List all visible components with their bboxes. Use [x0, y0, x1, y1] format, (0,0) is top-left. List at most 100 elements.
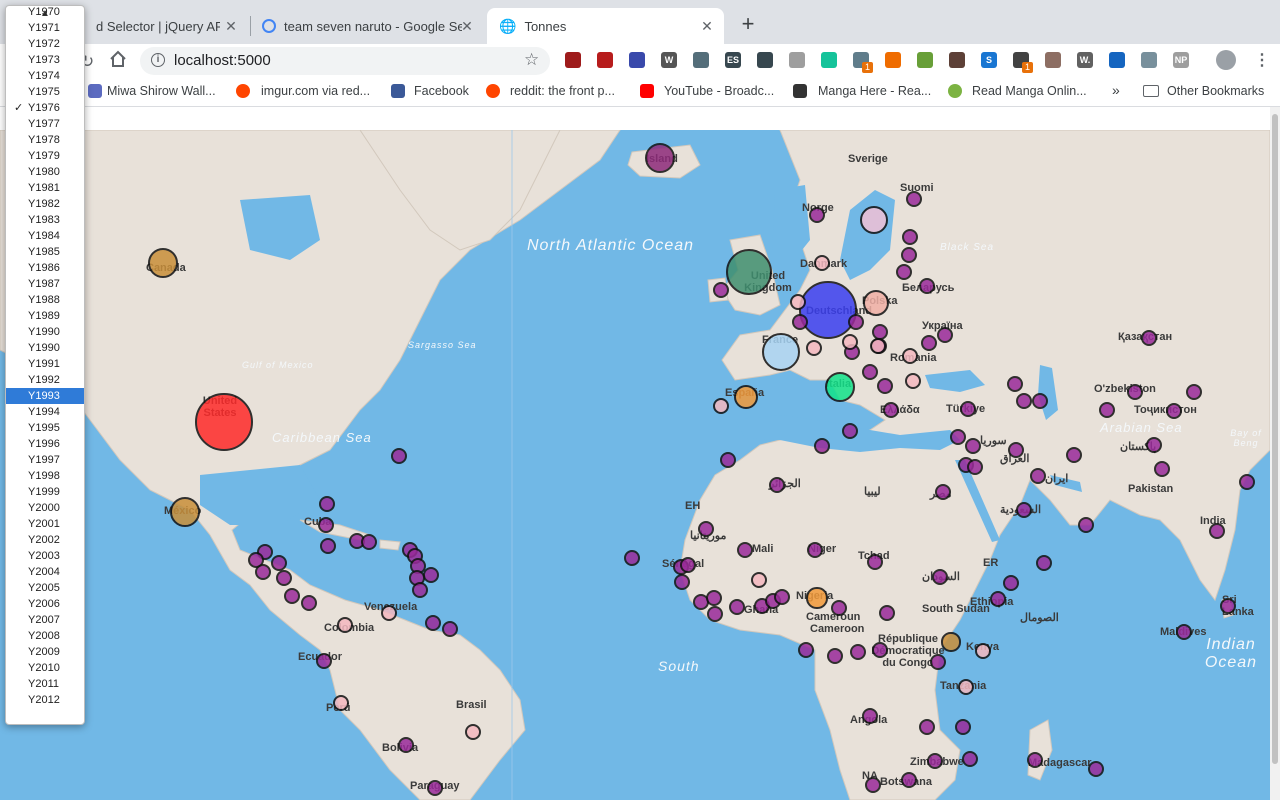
- toolbox-icon[interactable]: [949, 52, 965, 68]
- year-option[interactable]: Y1989: [6, 308, 84, 324]
- bookmarks-overflow-icon[interactable]: »: [1112, 82, 1120, 98]
- bookmark-1[interactable]: imgur.com via red...: [261, 84, 370, 98]
- ball-icon[interactable]: [885, 52, 901, 68]
- bookmark-5[interactable]: Manga Here - Rea...: [818, 84, 931, 98]
- page-icon: [88, 84, 102, 98]
- year-option[interactable]: Y1980: [6, 164, 84, 180]
- robot-icon[interactable]: [917, 52, 933, 68]
- year-option[interactable]: Y2007: [6, 612, 84, 628]
- bookmark-star-icon[interactable]: ☆: [524, 50, 539, 70]
- year-option[interactable]: Y1983: [6, 212, 84, 228]
- year-option[interactable]: Y1990: [6, 324, 84, 340]
- year-option[interactable]: Y1990: [6, 340, 84, 356]
- ublock-icon[interactable]: [565, 52, 581, 68]
- year-option[interactable]: Y2010: [6, 660, 84, 676]
- w-icon[interactable]: W.: [1077, 52, 1093, 68]
- year-option[interactable]: Y1971: [6, 20, 84, 36]
- bubble-deutschland[interactable]: [799, 281, 857, 339]
- scrollbar-thumb[interactable]: [1272, 114, 1278, 764]
- es-icon[interactable]: ES: [725, 52, 741, 68]
- year-option[interactable]: Y1998: [6, 468, 84, 484]
- tab-google[interactable]: team seven naruto - Google Se ✕: [252, 8, 484, 44]
- year-option[interactable]: Y2012: [6, 692, 84, 708]
- year-option-label: Y1972: [28, 38, 60, 50]
- year-option[interactable]: Y1972: [6, 36, 84, 52]
- year-option-label: Y2004: [28, 566, 60, 578]
- year-option[interactable]: Y1973: [6, 52, 84, 68]
- np-icon[interactable]: NP: [1173, 52, 1189, 68]
- year-option-label: Y1991: [28, 358, 60, 370]
- year-option[interactable]: Y2002: [6, 532, 84, 548]
- clipboard-icon[interactable]: [1045, 52, 1061, 68]
- year-option[interactable]: Y1988: [6, 292, 84, 308]
- year-option[interactable]: Y2011: [6, 676, 84, 692]
- home-icon[interactable]: [108, 49, 128, 69]
- year-option[interactable]: Y1979: [6, 148, 84, 164]
- grammarly-icon[interactable]: [821, 52, 837, 68]
- close-icon[interactable]: ✕: [222, 17, 240, 35]
- film-icon[interactable]: [757, 52, 773, 68]
- search-ext-icon[interactable]: [1141, 52, 1157, 68]
- bubble-united-states[interactable]: [195, 393, 253, 451]
- wikipedia-icon[interactable]: W: [661, 52, 677, 68]
- year-option[interactable]: Y1993: [6, 388, 84, 404]
- css-icon[interactable]: [693, 52, 709, 68]
- shield-icon[interactable]: [597, 52, 613, 68]
- world-map[interactable]: North Atlantic Ocean Caribbean Sea Arabian…: [0, 130, 1270, 800]
- year-option[interactable]: Y2001: [6, 516, 84, 532]
- translate-icon[interactable]: [789, 52, 805, 68]
- year-option[interactable]: Y2000: [6, 500, 84, 516]
- year-option[interactable]: Y1992: [6, 372, 84, 388]
- year-option[interactable]: Y1995: [6, 420, 84, 436]
- year-option[interactable]: Y1970: [6, 6, 84, 20]
- year-select-dropdown[interactable]: ▲ Y1970 Y1971 Y1972 Y1973 Y1974 Y1975 Y1976 ✓ Y1…: [5, 5, 85, 725]
- bookmark-2[interactable]: Facebook: [414, 84, 469, 98]
- year-option[interactable]: Y2006: [6, 596, 84, 612]
- bubble-nigeria[interactable]: [806, 587, 828, 609]
- tab-tonnes[interactable]: 🌐 Tonnes ✕: [487, 8, 724, 44]
- close-icon[interactable]: ✕: [698, 17, 716, 35]
- year-option[interactable]: Y2005: [6, 580, 84, 596]
- info-icon[interactable]: i: [151, 53, 165, 67]
- year-option[interactable]: Y1984: [6, 228, 84, 244]
- other-bookmarks[interactable]: Other Bookmarks: [1167, 84, 1264, 98]
- place-label: Sverige: [848, 153, 888, 165]
- menu-kebab-icon[interactable]: ⋮: [1254, 50, 1270, 70]
- new-tab-plus-icon[interactable]: +: [737, 13, 759, 35]
- year-option[interactable]: Y1982: [6, 196, 84, 212]
- tab-title: Tonnes: [524, 18, 567, 34]
- bubble-kenya[interactable]: [941, 632, 961, 652]
- bookmark-6[interactable]: Read Manga Onlin...: [972, 84, 1087, 98]
- close-icon[interactable]: ✕: [458, 17, 476, 35]
- year-option-label: Y2005: [28, 582, 60, 594]
- year-option[interactable]: Y1981: [6, 180, 84, 196]
- year-option[interactable]: Y1986: [6, 260, 84, 276]
- bookmark-0[interactable]: Miwa Shirow Wall...: [107, 84, 216, 98]
- year-option[interactable]: Y2004: [6, 564, 84, 580]
- bookmark-3[interactable]: reddit: the front p...: [510, 84, 615, 98]
- year-option[interactable]: Y2009: [6, 644, 84, 660]
- year-option[interactable]: Y1999: [6, 484, 84, 500]
- flag-icon[interactable]: [629, 52, 645, 68]
- rocket-icon[interactable]: [1109, 52, 1125, 68]
- tab-jquery[interactable]: d Selector | jQuery API ✕: [80, 8, 248, 44]
- year-option[interactable]: Y1978: [6, 132, 84, 148]
- bookmark-4[interactable]: YouTube - Broadc...: [664, 84, 774, 98]
- year-option[interactable]: Y1997: [6, 452, 84, 468]
- year-option[interactable]: Y1994: [6, 404, 84, 420]
- bubble-united-kingdom[interactable]: [725, 248, 773, 296]
- year-option[interactable]: Y2008: [6, 628, 84, 644]
- year-option[interactable]: Y1987: [6, 276, 84, 292]
- year-option[interactable]: Y1974: [6, 68, 84, 84]
- url-text[interactable]: localhost:5000: [174, 52, 271, 69]
- year-option[interactable]: Y1975: [6, 84, 84, 100]
- reddit-icon: [486, 84, 500, 98]
- s-icon[interactable]: S: [981, 52, 997, 68]
- year-option[interactable]: Y1985: [6, 244, 84, 260]
- year-option[interactable]: Y1977: [6, 116, 84, 132]
- profile-avatar-icon[interactable]: [1216, 50, 1236, 70]
- year-option[interactable]: Y1991: [6, 356, 84, 372]
- year-option[interactable]: Y1996: [6, 436, 84, 452]
- year-option[interactable]: Y1976 ✓: [6, 100, 84, 116]
- year-option[interactable]: Y2003: [6, 548, 84, 564]
